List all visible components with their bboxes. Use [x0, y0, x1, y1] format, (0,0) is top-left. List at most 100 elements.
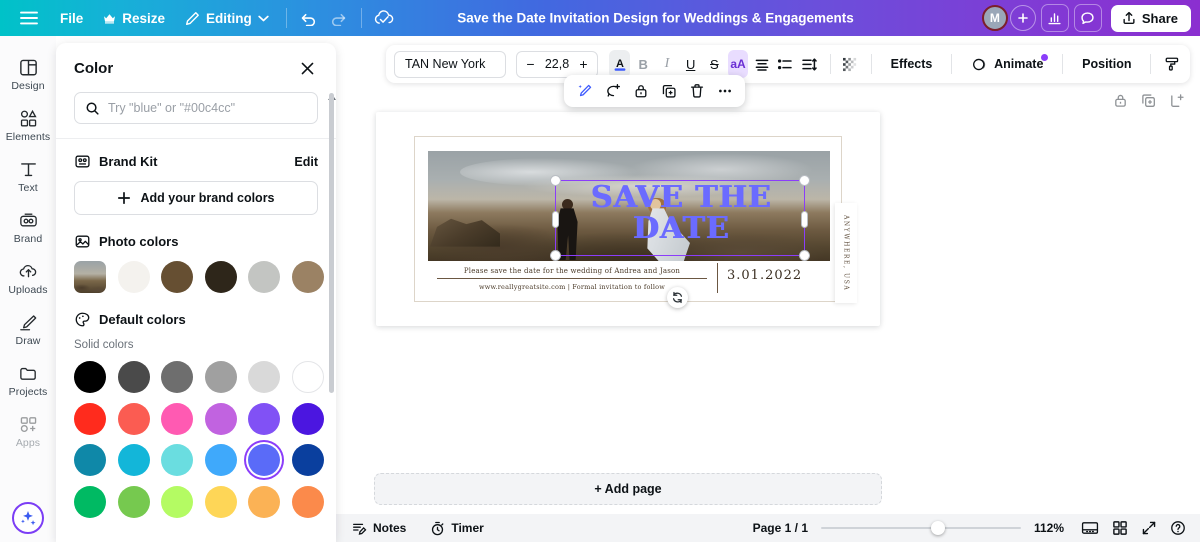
bold-button[interactable]: B: [633, 50, 654, 78]
sidebar-item-brand[interactable]: Brand: [2, 203, 54, 251]
photo-color-swatch[interactable]: [292, 261, 324, 293]
sidebar-item-uploads[interactable]: Uploads: [2, 254, 54, 302]
line-spacing-button[interactable]: [799, 50, 820, 78]
italic-button[interactable]: I: [657, 50, 678, 78]
color-swatch[interactable]: [205, 444, 237, 476]
resize-handle-top-left[interactable]: [550, 175, 561, 186]
animate-button[interactable]: Animate: [962, 51, 1052, 78]
sidebar-item-elements[interactable]: Elements: [2, 101, 54, 149]
text-align-button[interactable]: [751, 50, 772, 78]
help-button[interactable]: [1170, 520, 1186, 536]
color-swatch[interactable]: [292, 486, 324, 518]
redo-button[interactable]: [324, 3, 354, 33]
font-family-selector[interactable]: TAN New York: [394, 51, 506, 78]
color-swatch[interactable]: [74, 444, 106, 476]
color-swatch[interactable]: [205, 486, 237, 518]
comment-button[interactable]: [600, 79, 625, 104]
location-card[interactable]: ANYWHERE, USA: [835, 203, 857, 303]
notes-button[interactable]: Notes: [344, 517, 414, 540]
color-swatch[interactable]: [248, 486, 280, 518]
format-painter-button[interactable]: [1161, 50, 1182, 78]
color-swatch[interactable]: [161, 486, 193, 518]
undo-button[interactable]: [294, 3, 324, 33]
add-brand-colors-button[interactable]: Add your brand colors: [74, 181, 318, 215]
color-swatch[interactable]: [118, 403, 150, 435]
position-button[interactable]: Position: [1073, 51, 1140, 77]
design-page[interactable]: ANYWHERE, USA SAVE THE DATE Please: [376, 112, 880, 326]
resize-handle-right[interactable]: [801, 211, 808, 228]
sidebar-item-draw[interactable]: Draw: [2, 305, 54, 353]
color-swatch[interactable]: [292, 361, 324, 393]
magic-studio-button[interactable]: [12, 502, 44, 534]
insights-button[interactable]: [1041, 4, 1069, 32]
color-swatch[interactable]: [74, 361, 106, 393]
duplicate-element-button[interactable]: [656, 79, 681, 104]
color-swatch-selected[interactable]: [248, 444, 280, 476]
hamburger-menu-button[interactable]: [14, 3, 44, 33]
color-swatch[interactable]: [118, 444, 150, 476]
file-menu-button[interactable]: File: [50, 6, 93, 31]
share-button[interactable]: Share: [1111, 5, 1191, 32]
text-selection-box[interactable]: [555, 180, 805, 256]
photo-color-swatch[interactable]: [118, 261, 150, 293]
page-view-button[interactable]: [1081, 520, 1099, 536]
bullet-list-button[interactable]: [775, 50, 796, 78]
add-page-button-top[interactable]: [1169, 93, 1184, 108]
photo-thumbnail-swatch[interactable]: [74, 261, 106, 293]
color-swatch[interactable]: [248, 361, 280, 393]
color-swatch[interactable]: [118, 361, 150, 393]
document-title[interactable]: Save the Date Invitation Design for Wedd…: [457, 11, 854, 26]
lock-page-button[interactable]: [1113, 93, 1128, 108]
font-size-value[interactable]: 22,8: [542, 57, 572, 71]
color-swatch[interactable]: [74, 486, 106, 518]
color-swatch[interactable]: [205, 403, 237, 435]
resize-handle-left[interactable]: [552, 211, 559, 228]
cloud-save-button[interactable]: [369, 3, 399, 33]
photo-color-swatch[interactable]: [205, 261, 237, 293]
strikethrough-button[interactable]: S: [704, 50, 725, 78]
color-swatch[interactable]: [248, 403, 280, 435]
resize-handle-bottom-left[interactable]: [550, 250, 561, 261]
color-swatch[interactable]: [292, 403, 324, 435]
magic-write-button[interactable]: [572, 79, 597, 104]
add-page-button[interactable]: + Add page: [374, 473, 882, 505]
color-swatch[interactable]: [205, 361, 237, 393]
resize-handle-bottom-right[interactable]: [799, 250, 810, 261]
color-swatch[interactable]: [161, 361, 193, 393]
underline-button[interactable]: U: [680, 50, 701, 78]
resize-button[interactable]: Resize: [93, 6, 175, 31]
resize-handle-top-right[interactable]: [799, 175, 810, 186]
text-color-button[interactable]: A: [609, 50, 630, 78]
letter-case-button[interactable]: aA: [728, 50, 749, 78]
delete-element-button[interactable]: [684, 79, 709, 104]
more-options-button[interactable]: [712, 79, 737, 104]
font-size-decrease-button[interactable]: −: [521, 54, 540, 75]
color-search-wrapper[interactable]: [74, 92, 318, 124]
editing-mode-button[interactable]: Editing: [175, 6, 279, 31]
color-swatch[interactable]: [161, 403, 193, 435]
sidebar-item-apps[interactable]: Apps: [2, 407, 54, 455]
color-swatch[interactable]: [161, 444, 193, 476]
sidebar-item-text[interactable]: Text: [2, 152, 54, 200]
brand-kit-edit-link[interactable]: Edit: [294, 155, 318, 169]
event-date[interactable]: 3.01.2022: [727, 268, 802, 283]
close-panel-button[interactable]: [296, 57, 318, 79]
grid-view-button[interactable]: [1112, 520, 1128, 536]
sidebar-item-design[interactable]: Design: [2, 50, 54, 98]
zoom-level[interactable]: 112%: [1034, 521, 1068, 535]
search-input[interactable]: [108, 101, 307, 115]
photo-color-swatch[interactable]: [161, 261, 193, 293]
color-swatch[interactable]: [292, 444, 324, 476]
sidebar-item-projects[interactable]: Projects: [2, 356, 54, 404]
color-swatch[interactable]: [74, 403, 106, 435]
zoom-knob[interactable]: [931, 521, 945, 535]
panel-scrollbar[interactable]: [329, 93, 334, 393]
fullscreen-button[interactable]: [1141, 520, 1157, 536]
zoom-slider[interactable]: [821, 521, 1021, 535]
comments-button[interactable]: [1074, 4, 1102, 32]
add-collaborator-button[interactable]: [1010, 5, 1036, 31]
transparency-button[interactable]: [840, 50, 861, 78]
avatar[interactable]: M: [982, 5, 1008, 31]
effects-button[interactable]: Effects: [882, 51, 942, 77]
duplicate-page-button[interactable]: [1141, 93, 1156, 108]
